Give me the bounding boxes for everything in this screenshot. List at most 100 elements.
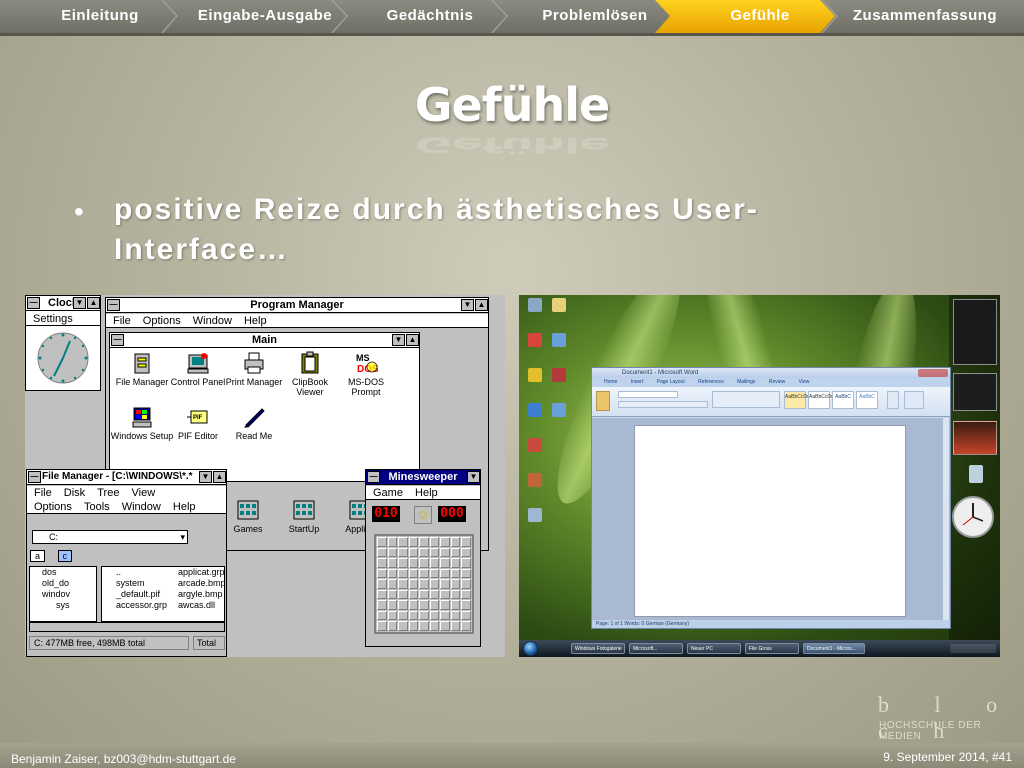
mine-cell[interactable] [440, 568, 450, 579]
mine-cell[interactable] [377, 579, 387, 589]
nav-tab-problemloesen[interactable]: Problemlösen [520, 0, 670, 33]
mine-cell[interactable] [419, 579, 429, 589]
nav-tab-eingabe-ausgabe[interactable]: Eingabe-Ausgabe [185, 0, 345, 33]
mine-cell[interactable] [429, 579, 440, 589]
mine-cell[interactable] [419, 568, 429, 579]
mine-cell[interactable] [440, 610, 450, 621]
tab-view[interactable]: View [799, 379, 810, 385]
minimize-icon[interactable]: ▼ [392, 334, 405, 346]
mine-cell[interactable] [398, 558, 408, 568]
list-item[interactable]: _default.pif [116, 589, 167, 600]
maximize-icon[interactable]: ▲ [213, 471, 226, 483]
minefield[interactable] [374, 534, 474, 634]
mine-cell[interactable] [387, 558, 398, 568]
paste-icon[interactable] [596, 391, 610, 411]
read-me-icon[interactable]: Read Me [222, 405, 286, 441]
tab-page-layout[interactable]: Page Layout [657, 379, 685, 385]
horizontal-scrollbar[interactable] [29, 622, 225, 632]
mine-cell[interactable] [387, 537, 398, 547]
desktop-icon[interactable] [522, 473, 548, 488]
menu-file[interactable]: File [113, 315, 131, 327]
mine-cell[interactable] [461, 621, 471, 631]
control-panel-icon[interactable]: Control Panel [166, 351, 230, 387]
slideshow-gadget[interactable] [953, 373, 997, 411]
vertical-scrollbar[interactable] [942, 418, 949, 622]
menu-game[interactable]: Game [373, 487, 403, 499]
feed-gadget[interactable] [953, 299, 997, 365]
file-manager-icon[interactable]: File Manager [110, 351, 174, 387]
menu-disk[interactable]: Disk [64, 487, 85, 499]
mine-cell[interactable] [408, 568, 419, 579]
minimize-icon[interactable]: ▼ [461, 299, 474, 311]
menu-help[interactable]: Help [173, 501, 196, 513]
startup-group-icon[interactable]: StartUp [272, 498, 336, 534]
mine-cell[interactable] [461, 600, 471, 610]
desktop-icon[interactable] [546, 333, 572, 348]
paragraph-buttons[interactable] [712, 391, 780, 408]
mine-cell[interactable] [398, 537, 408, 547]
taskbar-item[interactable]: Microsoft... [629, 643, 683, 654]
tab-mailings[interactable]: Mailings [737, 379, 755, 385]
mine-cell[interactable] [450, 610, 461, 621]
font-select[interactable] [618, 391, 678, 398]
drive-c-button[interactable]: c [57, 550, 73, 562]
desktop-icon[interactable] [522, 403, 548, 418]
menu-tools[interactable]: Tools [84, 501, 110, 513]
mine-cell[interactable] [398, 600, 408, 610]
tab-references[interactable]: References [698, 379, 724, 385]
menu-file[interactable]: File [34, 487, 52, 499]
mine-cell[interactable] [450, 579, 461, 589]
smiley-button[interactable]: ☺ [414, 506, 432, 524]
menu-tree[interactable]: Tree [97, 487, 119, 499]
style-normal[interactable]: AaBbCcDc [784, 391, 809, 409]
mine-cell[interactable] [419, 558, 429, 568]
menu-help[interactable]: Help [415, 487, 438, 499]
mine-cell[interactable] [450, 537, 461, 547]
mine-cell[interactable] [387, 589, 398, 600]
desktop-icon[interactable] [522, 368, 548, 383]
mine-cell[interactable] [387, 610, 398, 621]
mine-cell[interactable] [440, 579, 450, 589]
mine-cell[interactable] [408, 589, 419, 600]
mine-cell[interactable] [429, 610, 440, 621]
mine-cell[interactable] [461, 589, 471, 600]
mine-cell[interactable] [408, 579, 419, 589]
list-item[interactable]: argyle.bmp [178, 589, 226, 600]
mine-cell[interactable] [461, 579, 471, 589]
taskbar-item[interactable]: Windows Fotogalerie [571, 643, 625, 654]
maximize-icon[interactable]: ▲ [87, 297, 100, 309]
nav-tab-gedaechtnis[interactable]: Gedächtnis [360, 0, 500, 33]
menu-window[interactable]: Window [122, 501, 161, 513]
desktop-icon[interactable] [546, 368, 572, 383]
taskbar-item-active[interactable]: Document1 - Micros... [803, 643, 865, 654]
nav-tab-einleitung[interactable]: Einleitung [40, 0, 160, 33]
list-item[interactable]: .. [116, 567, 167, 578]
drive-select[interactable]: C: ▾ [32, 530, 188, 544]
taskbar-item[interactable]: File Gross [745, 643, 799, 654]
mine-cell[interactable] [387, 579, 398, 589]
control-menu-icon[interactable]: — [367, 471, 380, 483]
change-styles-icon[interactable] [887, 391, 899, 409]
desktop-icon[interactable] [546, 298, 572, 313]
system-tray[interactable] [950, 644, 996, 653]
drive-a-button[interactable]: a [30, 550, 46, 562]
control-menu-icon[interactable]: — [27, 297, 40, 309]
maximize-icon[interactable]: ▲ [406, 334, 419, 346]
start-orb-icon[interactable] [523, 641, 538, 656]
mine-cell[interactable] [440, 621, 450, 631]
mine-cell[interactable] [387, 568, 398, 579]
desktop-icon[interactable] [522, 508, 548, 523]
mine-cell[interactable] [387, 547, 398, 558]
windows-setup-icon[interactable]: Windows Setup [110, 405, 174, 441]
mine-cell[interactable] [398, 621, 408, 631]
menu-options[interactable]: Options [143, 315, 181, 327]
minimize-icon[interactable]: ▼ [73, 297, 86, 309]
list-item[interactable]: arcade.bmp [178, 578, 226, 589]
mine-cell[interactable] [398, 610, 408, 621]
mine-cell[interactable] [408, 558, 419, 568]
mine-cell[interactable] [419, 621, 429, 631]
style-heading-1[interactable]: AaBbC [832, 391, 854, 409]
tree-item[interactable]: sys [42, 600, 96, 611]
pif-editor-icon[interactable]: PIF PIF Editor [166, 405, 230, 441]
recycle-bin-icon[interactable] [969, 465, 983, 483]
